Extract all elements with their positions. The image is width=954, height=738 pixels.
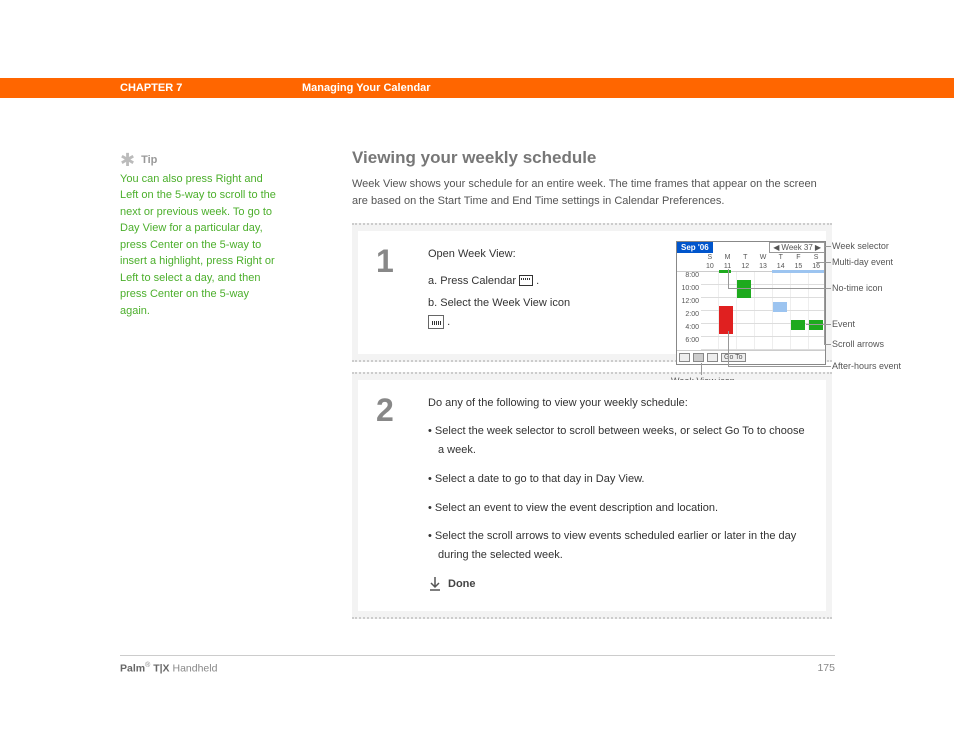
day-letter: F xyxy=(790,253,808,262)
main-content: Viewing your weekly schedule Week View s… xyxy=(352,148,832,629)
afterhours-event[interactable] xyxy=(719,306,733,334)
day-num[interactable]: 10 xyxy=(701,262,719,271)
event-block[interactable] xyxy=(809,320,823,330)
step-1a-prefix: a. Press Calendar xyxy=(428,275,519,287)
step-2-box: 2 Do any of the following to view your w… xyxy=(352,372,832,620)
brand-model: T|X xyxy=(153,662,169,674)
list-item: Select an event to view the event descri… xyxy=(428,499,808,518)
page-number: 175 xyxy=(817,662,835,675)
callout-scroll: Scroll arrows xyxy=(832,339,884,349)
weekview-figure: Sep '06 ◀ Week 37 ▶ S M T W T xyxy=(676,241,836,365)
tip-sidebar: ✱ Tip You can also press Right and Left … xyxy=(120,152,280,319)
time-label: 8:00 xyxy=(677,272,701,285)
list-item: Select the scroll arrows to view events … xyxy=(428,527,808,564)
arrow-right-icon[interactable]: ▶ xyxy=(815,243,821,252)
week-label: Week 37 xyxy=(781,243,812,252)
day-letter: T xyxy=(736,253,754,262)
day-num[interactable]: 13 xyxy=(754,262,772,271)
page-header-bar: CHAPTER 7 Managing Your Calendar xyxy=(0,78,954,98)
section-intro: Week View shows your schedule for an ent… xyxy=(352,176,832,209)
weekview-grid: 8:00 10:00 12:00 2:00 4:00 6:00 xyxy=(677,272,825,350)
time-label: 6:00 xyxy=(677,337,701,350)
day-letter: M xyxy=(719,253,737,262)
event-block[interactable] xyxy=(791,320,805,330)
time-label: 12:00 xyxy=(677,298,701,311)
tip-label: Tip xyxy=(141,152,157,169)
notime-event[interactable] xyxy=(719,270,731,273)
arrow-left-icon[interactable]: ◀ xyxy=(773,243,779,252)
day-letter: T xyxy=(772,253,790,262)
step-1b-suffix: . xyxy=(447,316,450,328)
weekview-screen: Sep '06 ◀ Week 37 ▶ S M T W T xyxy=(676,241,826,365)
event-block[interactable] xyxy=(737,280,751,298)
tip-body: You can also press Right and Left on the… xyxy=(120,171,280,320)
done-label: Done xyxy=(448,575,476,594)
weekview-month: Sep '06 xyxy=(677,242,713,253)
brand-prefix: Palm xyxy=(120,662,145,674)
list-item: Select the week selector to scroll betwe… xyxy=(428,422,808,459)
day-letter: W xyxy=(754,253,772,262)
dayview-icon[interactable] xyxy=(679,353,690,362)
step-2-number: 2 xyxy=(376,394,404,594)
chapter-label: CHAPTER 7 xyxy=(120,82,182,94)
callout-afterhours: After-hours event xyxy=(832,361,901,371)
goto-button[interactable]: Go To xyxy=(721,353,746,362)
day-num[interactable]: 12 xyxy=(736,262,754,271)
calendar-icon xyxy=(519,275,533,286)
step-1a-suffix: . xyxy=(536,275,539,287)
footer-brand: Palm® T|X Handheld xyxy=(120,662,217,675)
list-item: Select a date to go to that day in Day V… xyxy=(428,470,808,489)
weekview-icon-inline xyxy=(428,315,444,329)
day-letter: S xyxy=(807,253,825,262)
section-heading: Viewing your weekly schedule xyxy=(352,148,832,168)
step-1a: a. Press Calendar . xyxy=(428,272,618,291)
time-label: 4:00 xyxy=(677,324,701,337)
time-label: 10:00 xyxy=(677,285,701,298)
callout-week-selector: Week selector xyxy=(832,241,889,251)
callout-multiday: Multi-day event xyxy=(832,257,893,267)
chapter-title: Managing Your Calendar xyxy=(302,82,431,94)
step-1-lead: Open Week View: xyxy=(428,245,618,264)
multiday-event[interactable] xyxy=(772,270,825,273)
step-2-list: Select the week selector to scroll betwe… xyxy=(428,422,808,564)
callout-event: Event xyxy=(832,319,855,329)
step-1b: b. Select the Week View icon . xyxy=(428,294,618,331)
page-footer: Palm® T|X Handheld 175 xyxy=(120,655,835,675)
time-column: 8:00 10:00 12:00 2:00 4:00 6:00 xyxy=(677,272,701,350)
time-label: 2:00 xyxy=(677,311,701,324)
weekview-icon[interactable] xyxy=(693,353,704,362)
day-letter: S xyxy=(701,253,719,262)
weekview-toolbar: Go To xyxy=(677,350,825,364)
week-selector[interactable]: ◀ Week 37 ▶ xyxy=(769,242,825,253)
done-row: Done xyxy=(428,575,808,594)
done-arrow-icon xyxy=(428,577,442,591)
event-block[interactable] xyxy=(773,302,787,312)
step-1-number: 1 xyxy=(376,245,404,336)
step-1b-prefix: b. Select the Week View icon xyxy=(428,297,570,309)
brand-suffix: Handheld xyxy=(172,662,217,674)
step-2-lead: Do any of the following to view your wee… xyxy=(428,394,808,413)
asterisk-icon: ✱ xyxy=(120,153,135,167)
step-1-box: 1 Open Week View: a. Press Calendar . b.… xyxy=(352,223,832,362)
callout-notime: No-time icon xyxy=(832,283,883,293)
monthview-icon[interactable] xyxy=(707,353,718,362)
